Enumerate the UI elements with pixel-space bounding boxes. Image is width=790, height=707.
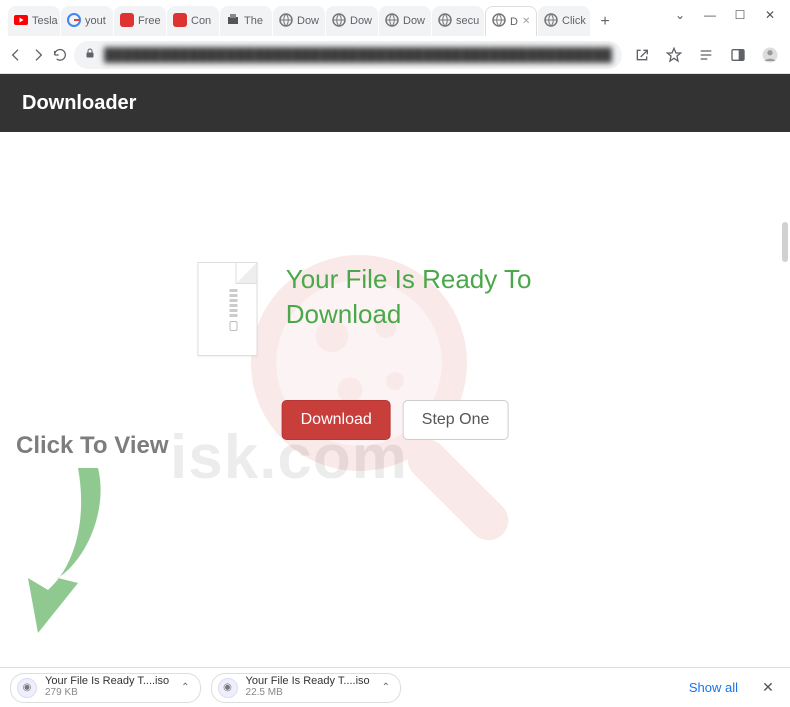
download-item[interactable]: ◉Your File Is Ready T....iso22.5 MB⌃	[211, 673, 402, 703]
browser-tab[interactable]: Free	[114, 6, 166, 36]
browser-tab[interactable]: Dow	[379, 6, 431, 36]
titlebar: TeslayoutFreeConTheDowDowDowsecuD✕Click+…	[0, 0, 790, 36]
chevron-up-icon[interactable]: ⌃	[181, 682, 189, 693]
browser-tab[interactable]: secu	[432, 6, 484, 36]
browser-tab[interactable]: Dow	[326, 6, 378, 36]
browser-tab[interactable]: The	[220, 6, 272, 36]
minimize-button[interactable]: —	[696, 1, 724, 29]
favicon-youtube-icon	[14, 13, 28, 30]
tab-label: secu	[456, 15, 479, 27]
back-button[interactable]	[8, 41, 24, 69]
tab-label: The	[244, 15, 263, 27]
page-scrollbar[interactable]	[782, 222, 788, 262]
click-to-view-label: Click To View	[16, 432, 169, 460]
tab-label: Dow	[403, 15, 425, 27]
forward-button[interactable]	[30, 41, 46, 69]
tab-label: Click	[562, 15, 586, 27]
browser-toolbar: ████████████████████████████████████████…	[0, 36, 790, 74]
tab-label: Con	[191, 15, 211, 27]
tab-label: D	[510, 16, 518, 28]
lock-icon	[84, 47, 96, 62]
favicon-red-icon	[120, 13, 134, 30]
favicon-globe-icon	[544, 13, 558, 30]
close-window-button[interactable]: ✕	[756, 1, 784, 29]
action-buttons: Download Step One	[282, 400, 509, 440]
favicon-globe-icon	[332, 13, 346, 30]
page-header: Downloader	[0, 74, 790, 132]
favicon-globe-icon	[492, 13, 506, 30]
favicon-globe-icon	[385, 13, 399, 30]
favicon-print-icon	[226, 13, 240, 30]
step-one-button[interactable]: Step One	[403, 400, 509, 440]
reading-list-button[interactable]	[692, 41, 720, 69]
tab-dropdown-button[interactable]: ⌄	[666, 1, 694, 29]
chevron-up-icon[interactable]: ⌃	[382, 682, 390, 693]
url-text: ████████████████████████████████████████…	[104, 47, 612, 62]
close-tab-icon[interactable]: ✕	[522, 16, 530, 27]
download-button[interactable]: Download	[282, 400, 391, 440]
new-tab-button[interactable]: +	[591, 8, 619, 36]
bookmark-button[interactable]	[660, 41, 688, 69]
profile-button[interactable]	[756, 41, 784, 69]
down-arrow-icon	[18, 468, 128, 643]
download-item[interactable]: ◉Your File Is Ready T....iso279 KB⌃	[10, 673, 201, 703]
window-controls: ⌄ — ☐ ✕	[666, 0, 790, 30]
maximize-button[interactable]: ☐	[726, 1, 754, 29]
tab-strip: TeslayoutFreeConTheDowDowDowsecuD✕Click+	[0, 0, 666, 36]
side-panel-button[interactable]	[724, 41, 752, 69]
tab-label: Dow	[297, 15, 319, 27]
tab-label: yout	[85, 15, 106, 27]
download-panel: Your File Is Ready To Download	[198, 262, 593, 356]
browser-tab[interactable]: yout	[61, 6, 113, 36]
close-downloads-bar[interactable]: ✕	[756, 676, 780, 700]
browser-tab[interactable]: Con	[167, 6, 219, 36]
downloads-bar: ◉Your File Is Ready T....iso279 KB⌃◉Your…	[0, 667, 790, 707]
browser-tab[interactable]: Tesla	[8, 6, 60, 36]
browser-tab[interactable]: Click	[538, 6, 590, 36]
tab-label: Dow	[350, 15, 372, 27]
ready-message: Your File Is Ready To Download	[286, 262, 593, 332]
browser-tab[interactable]: Dow	[273, 6, 325, 36]
reload-button[interactable]	[52, 41, 68, 69]
show-all-downloads[interactable]: Show all	[681, 676, 746, 699]
page-content: isk.com Your File Is Ready To Download D…	[0, 132, 790, 666]
page-viewport: Downloader isk.com Your File Is Ready To…	[0, 74, 790, 666]
favicon-globe-icon	[438, 13, 452, 30]
share-button[interactable]	[628, 41, 656, 69]
address-bar[interactable]: ████████████████████████████████████████…	[74, 41, 622, 69]
tab-label: Free	[138, 15, 161, 27]
file-icon	[198, 262, 258, 356]
disc-icon: ◉	[218, 678, 238, 698]
download-size: 279 KB	[45, 688, 169, 699]
download-size: 22.5 MB	[246, 688, 370, 699]
disc-icon: ◉	[17, 678, 37, 698]
browser-tab[interactable]: D✕	[485, 6, 537, 36]
favicon-globe-icon	[279, 13, 293, 30]
tab-label: Tesla	[32, 15, 58, 27]
favicon-red-icon	[173, 13, 187, 30]
favicon-google-icon	[67, 13, 81, 30]
